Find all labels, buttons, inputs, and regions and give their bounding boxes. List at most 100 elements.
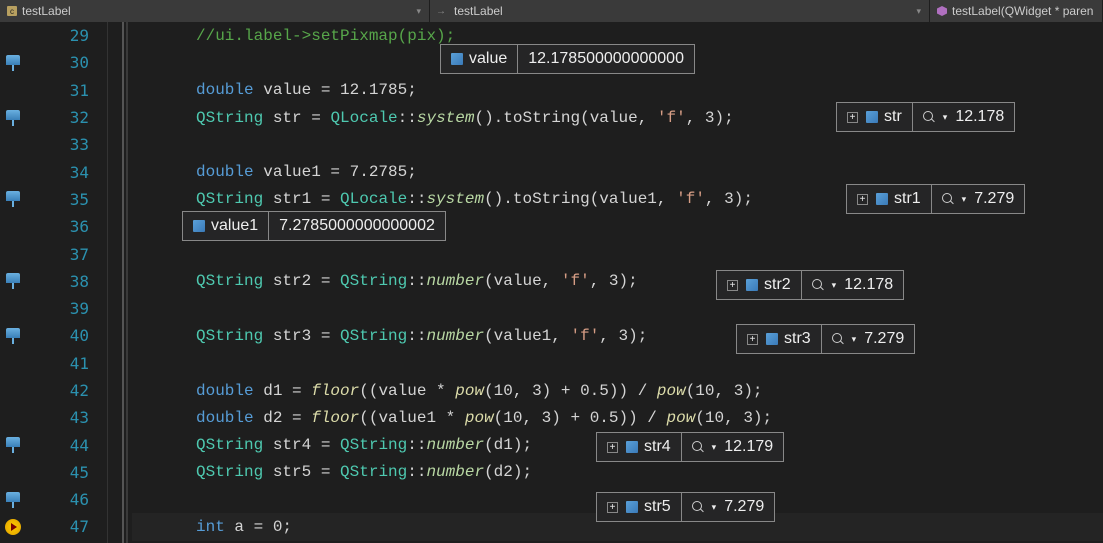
gutter: 29 30 31 32 33 34 35 36 37 38 39 40 41 4… [0,22,108,543]
pin-icon[interactable] [5,328,21,344]
datatip-name: str2 [764,276,791,294]
line-number: 29 [26,26,107,45]
lens-icon[interactable] [923,111,935,123]
datatip-value[interactable]: value 12.178500000000000 [440,44,695,74]
datatip-name: str4 [644,438,671,456]
datatip-name: str3 [784,330,811,348]
lens-icon[interactable] [832,333,844,345]
dropdown-icon[interactable]: ▾ [943,112,948,123]
code-area[interactable]: //ui.label->setPixmap(pix); double value… [108,22,1103,543]
datatip-value: 7.279 [864,330,904,348]
line-number: 37 [26,245,107,264]
line-number: 42 [26,381,107,400]
datatip-str2[interactable]: + str2 ▾ 12.178 [716,270,904,300]
method-icon [936,5,948,17]
line-number: 38 [26,272,107,291]
datatip-str4[interactable]: + str4 ▾ 12.179 [596,432,784,462]
datatip-str[interactable]: + str ▾ 12.178 [836,102,1015,132]
datatip-value: 7.279 [974,190,1014,208]
lens-icon[interactable] [812,279,824,291]
line-number: 41 [26,354,107,373]
lens-icon[interactable] [942,193,954,205]
pin-icon[interactable] [5,437,21,453]
code-line [132,240,1103,267]
field-icon [876,193,888,205]
code-line: QString str2 = QString::number(value, 'f… [132,268,1103,295]
datatip-value: 12.179 [724,438,773,456]
line-number: 31 [26,81,107,100]
dropdown-icon[interactable]: ▾ [962,194,967,205]
datatip-name: str1 [894,190,921,208]
expand-icon[interactable]: + [727,280,738,291]
pin-icon[interactable] [5,191,21,207]
datatip-name: str5 [644,498,671,516]
tab-testlabel-2[interactable]: → testLabel ▾ [430,0,930,22]
code-line: double d1 = floor((value * pow(10, 3) + … [132,377,1103,404]
editor-area: 29 30 31 32 33 34 35 36 37 38 39 40 41 4… [0,22,1103,543]
datatip-value: 12.178 [955,108,1004,126]
pin-icon[interactable] [5,110,21,126]
code-line: double value = 12.1785; [132,77,1103,104]
lens-icon[interactable] [692,501,704,513]
tab-testlabel-3[interactable]: testLabel(QWidget * paren [930,0,1103,22]
datatip-value: 7.279 [724,498,764,516]
field-icon [626,441,638,453]
line-number: 40 [26,326,107,345]
datatip-name: str [884,108,902,126]
pin-icon[interactable] [5,492,21,508]
tab-label: testLabel [454,4,503,18]
datatip-str1[interactable]: + str1 ▾ 7.279 [846,184,1025,214]
field-icon [193,220,205,232]
execution-arrow-icon[interactable] [5,519,21,535]
field-icon [451,53,463,65]
pin-icon[interactable] [5,273,21,289]
class-icon: c [6,5,18,17]
expand-icon[interactable]: + [747,334,758,345]
datatip-value: 12.178500000000000 [528,50,684,68]
tab-label: testLabel(QWidget * paren [952,4,1093,18]
code-line: double value1 = 7.2785; [132,158,1103,185]
tab-label: testLabel [22,4,71,18]
line-number: 47 [26,517,107,536]
line-number: 33 [26,135,107,154]
lens-icon[interactable] [692,441,704,453]
datatip-name: value1 [211,217,258,235]
dropdown-icon[interactable]: ▾ [852,334,857,345]
line-number: 39 [26,299,107,318]
expand-icon[interactable]: + [847,112,858,123]
datatip-name: value [469,50,507,68]
field-icon [866,111,878,123]
field-icon [766,333,778,345]
pin-icon[interactable] [5,55,21,71]
datatip-str3[interactable]: + str3 ▾ 7.279 [736,324,915,354]
line-number: 34 [26,163,107,182]
field-icon [626,501,638,513]
line-number: 35 [26,190,107,209]
dropdown-icon[interactable]: ▾ [712,442,717,453]
line-number: 46 [26,490,107,509]
dropdown-icon[interactable]: ▾ [832,280,837,291]
expand-icon[interactable]: + [607,502,618,513]
line-number: 45 [26,463,107,482]
line-number: 30 [26,53,107,72]
code-line [132,350,1103,377]
code-line [132,295,1103,322]
line-number: 44 [26,436,107,455]
expand-icon[interactable]: + [857,194,868,205]
field-icon [746,279,758,291]
datatip-str5[interactable]: + str5 ▾ 7.279 [596,492,775,522]
svg-text:c: c [10,7,14,16]
tab-testlabel-1[interactable]: c testLabel ▾ [0,0,430,22]
code-line: double d2 = floor((value1 * pow(10, 3) +… [132,404,1103,431]
arrow-icon: → [436,6,446,17]
expand-icon[interactable]: + [607,442,618,453]
line-number: 43 [26,408,107,427]
line-number: 36 [26,217,107,236]
datatip-value: 7.2785000000000002 [279,217,435,235]
code-line [132,131,1103,158]
datatip-value: 12.178 [844,276,893,294]
dropdown-icon[interactable]: ▾ [712,502,717,513]
datatip-value1[interactable]: value1 7.2785000000000002 [182,211,446,241]
line-number: 32 [26,108,107,127]
tabs-bar: c testLabel ▾ → testLabel ▾ testLabel(QW… [0,0,1103,22]
